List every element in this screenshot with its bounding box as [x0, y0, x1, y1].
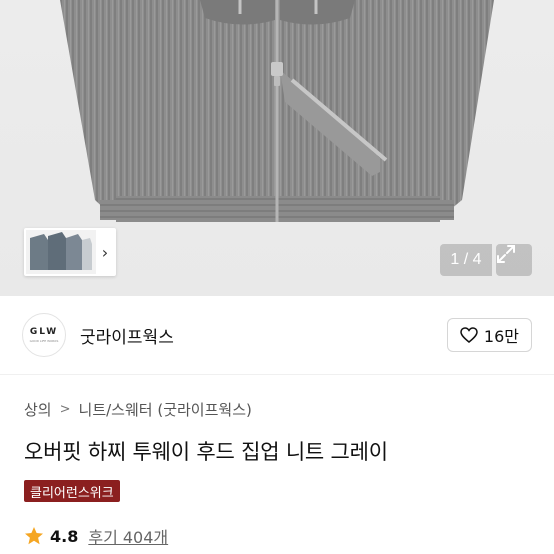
product-title: 오버핏 하찌 투웨이 후드 집업 니트 그레이 [24, 440, 388, 464]
image-counter: 1 / 4 [440, 244, 492, 276]
breadcrumb-item-top[interactable]: 상의 [24, 399, 52, 420]
breadcrumb: 상의 > 니트/스웨터 (굿라이프웍스) [24, 398, 252, 420]
rating: 4.8 후기 404개 [24, 524, 168, 548]
heart-icon [460, 327, 478, 343]
thumbnail-image[interactable] [26, 230, 96, 274]
brand-logo-subtext: GOOD LIFE WORKS [29, 339, 59, 343]
brand-logo[interactable]: GLW GOOD LIFE WORKS [22, 313, 66, 357]
like-count: 16만 [483, 327, 519, 346]
product-image[interactable]: › 1 / 4 [0, 0, 554, 296]
chevron-right-icon[interactable]: › [96, 230, 114, 274]
brand-name[interactable]: 굿라이프웍스 [80, 323, 447, 348]
thumbnail-strip[interactable]: › [24, 228, 116, 276]
like-button[interactable]: 16만 [446, 318, 532, 352]
divider [0, 374, 554, 375]
chevron-right-icon: > [59, 401, 71, 417]
review-link[interactable]: 후기 404개 [88, 524, 168, 548]
star-icon [25, 527, 43, 545]
rating-score: 4.8 [50, 526, 79, 546]
breadcrumb-item-category[interactable]: 니트/스웨터 (굿라이프웍스) [79, 399, 252, 420]
sale-badge: 클리어런스위크 [24, 480, 120, 502]
expand-icon[interactable] [496, 244, 532, 276]
brand-logo-text: GLW [29, 327, 59, 337]
brand-row: GLW GOOD LIFE WORKS 굿라이프웍스 16만 [0, 304, 554, 366]
